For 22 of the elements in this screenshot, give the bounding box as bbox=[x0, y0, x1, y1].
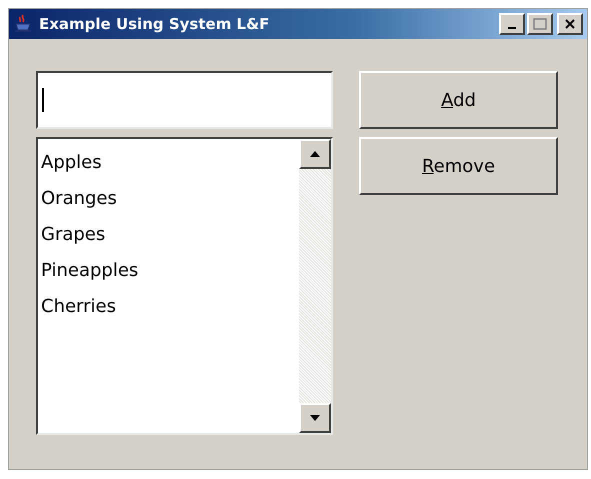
close-icon bbox=[564, 18, 576, 30]
minimize-icon bbox=[508, 27, 516, 29]
push-button[interactable]: Add bbox=[359, 71, 558, 129]
list-item[interactable]: Oranges bbox=[38, 181, 299, 217]
up-arrow-icon bbox=[310, 151, 320, 157]
maximize-button[interactable] bbox=[527, 13, 553, 35]
scroll-down-button[interactable] bbox=[299, 403, 331, 433]
text-cursor bbox=[42, 88, 44, 112]
scroll-up-button[interactable] bbox=[299, 139, 331, 169]
list-item[interactable]: Pineapples bbox=[38, 253, 299, 289]
list-item[interactable]: Apples bbox=[38, 145, 299, 181]
window-title: Example Using System L&F bbox=[39, 14, 270, 35]
push-button[interactable]: Remove bbox=[359, 137, 558, 195]
coffee-cup-icon bbox=[13, 14, 33, 34]
text-field[interactable] bbox=[36, 71, 333, 129]
down-arrow-icon bbox=[310, 415, 320, 421]
scroll-bar[interactable] bbox=[299, 139, 331, 433]
close-button[interactable] bbox=[557, 13, 583, 35]
minimize-button[interactable] bbox=[499, 13, 525, 35]
maximize-icon bbox=[533, 18, 547, 30]
list-item[interactable]: Grapes bbox=[38, 217, 299, 253]
list-item[interactable]: Cherries bbox=[38, 289, 299, 325]
